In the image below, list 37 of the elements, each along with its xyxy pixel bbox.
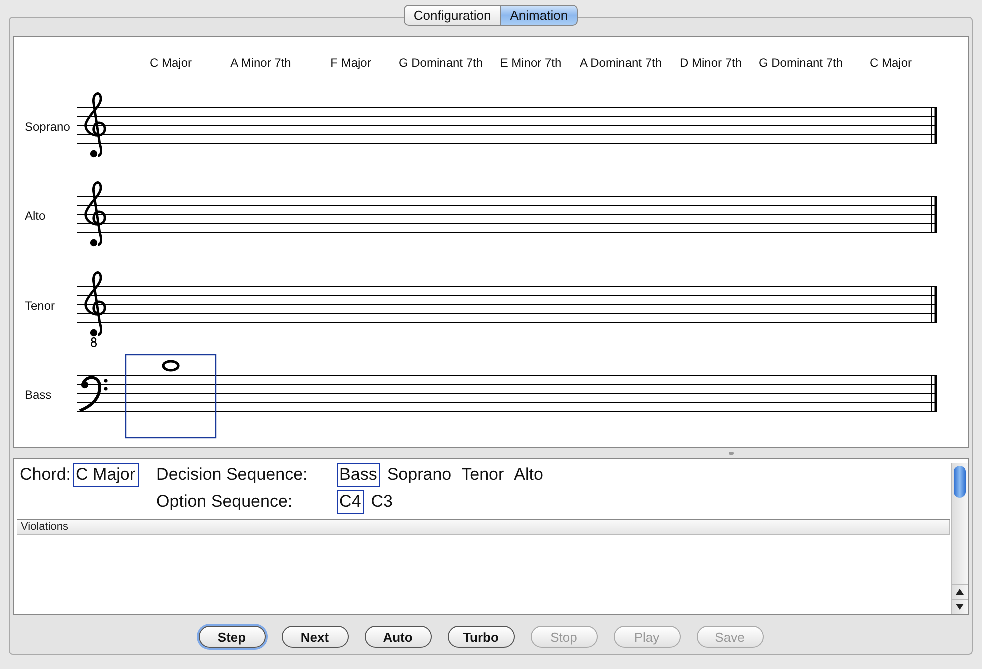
whole-note-icon xyxy=(162,360,180,372)
action-button[interactable]: Turbo xyxy=(448,626,514,648)
chord-name: C Major xyxy=(150,56,192,70)
sequence-item: C4 xyxy=(336,490,364,514)
scrollbar[interactable] xyxy=(951,463,968,614)
scroll-thumb[interactable] xyxy=(954,466,966,498)
sequence-item: Soprano xyxy=(386,464,453,486)
bass-clef-icon xyxy=(79,376,108,412)
chord-name: C Major xyxy=(870,56,912,70)
chord-name: A Dominant 7th xyxy=(580,56,662,70)
tab[interactable]: Configuration xyxy=(404,5,502,26)
treble-clef-8-icon xyxy=(84,272,106,348)
tab[interactable]: Animation xyxy=(501,5,578,26)
chord-label: Chord: xyxy=(20,465,72,485)
chord-name: F Major xyxy=(330,56,372,70)
treble-clef-icon xyxy=(84,182,106,247)
sequence-item: Alto xyxy=(513,464,544,486)
chord-name: D Minor 7th xyxy=(680,56,742,70)
voice-label: Tenor xyxy=(25,299,56,313)
voice-label: Soprano xyxy=(25,120,70,134)
chord-name: G Dominant 7th xyxy=(758,56,844,70)
column-header: Violations xyxy=(17,520,950,535)
treble-clef-icon xyxy=(84,92,106,158)
chord-name: A Minor 7th xyxy=(230,56,292,70)
chord-value: C Major xyxy=(73,463,139,487)
action-button[interactable]: Auto xyxy=(364,626,432,648)
chord-name: G Dominant 7th xyxy=(398,56,484,70)
decision-sequence-label: Decision Sequence: xyxy=(156,465,309,485)
action-button[interactable]: Step xyxy=(198,626,266,648)
sequence-item: Bass xyxy=(336,463,380,487)
sequence-item: Tenor xyxy=(460,464,506,486)
voice-label: Alto xyxy=(25,209,46,223)
chord-name: E Minor 7th xyxy=(500,56,562,70)
action-button[interactable]: Next xyxy=(282,626,348,648)
option-sequence-label: Option Sequence: xyxy=(156,492,294,512)
sequence-item: C3 xyxy=(370,491,394,513)
voice-label: Bass xyxy=(25,388,52,402)
